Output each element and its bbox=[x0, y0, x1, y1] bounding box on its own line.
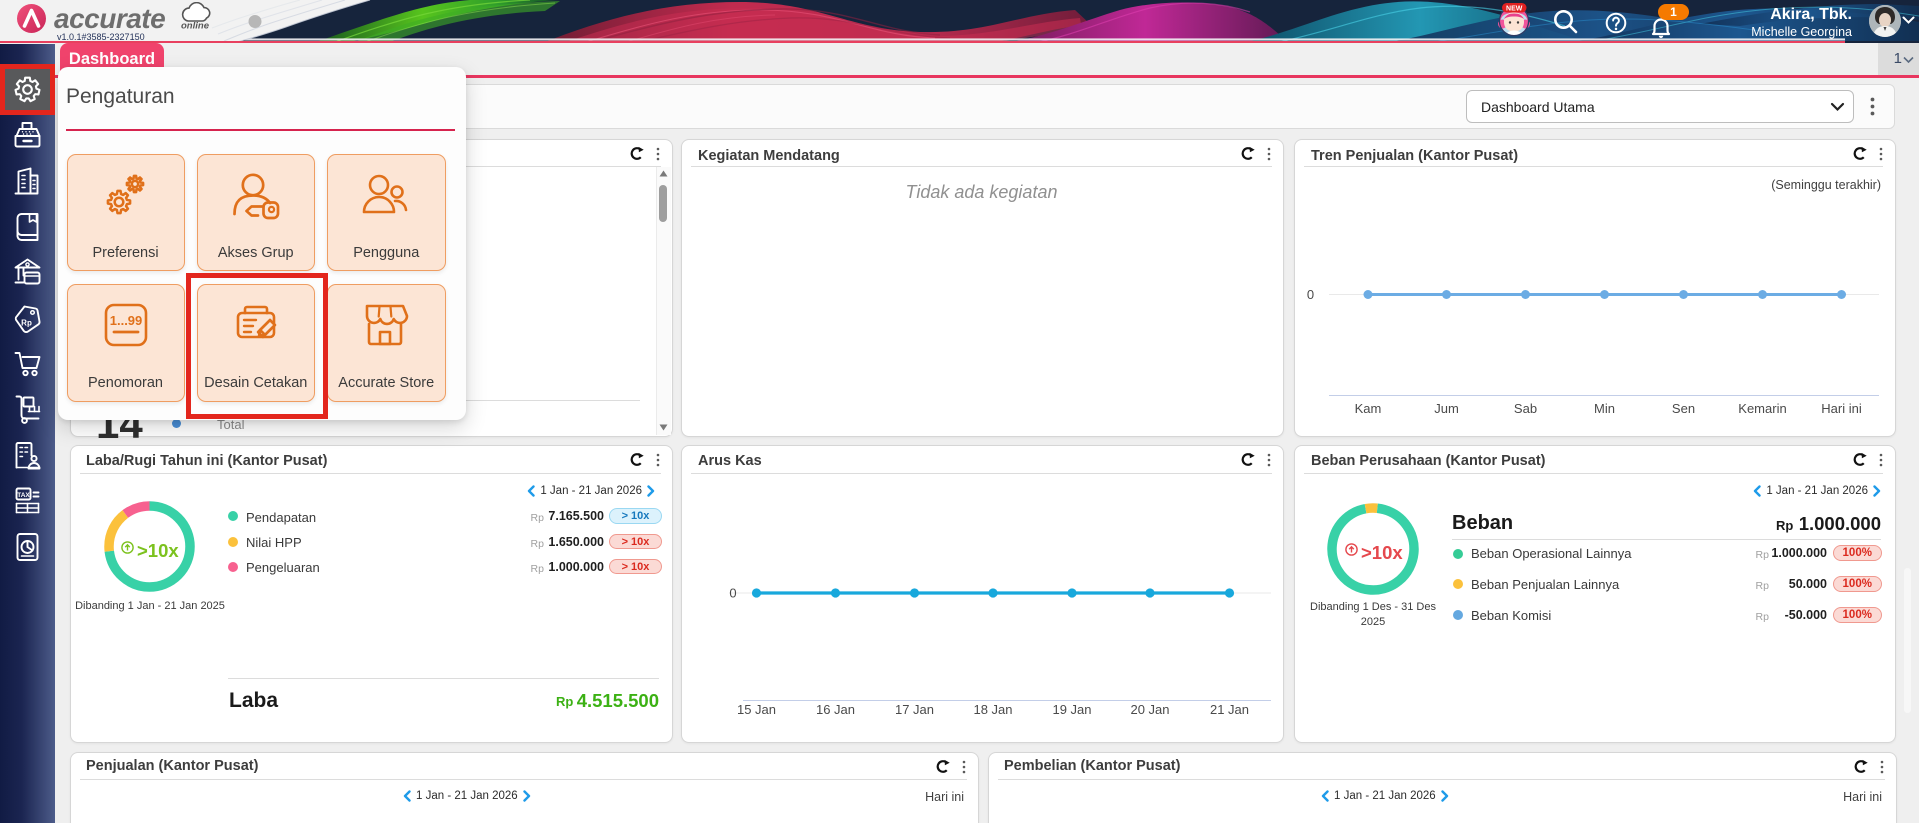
svg-text:online: online bbox=[181, 21, 210, 32]
svg-text:Rp: Rp bbox=[21, 318, 32, 327]
svg-text:20 Jan: 20 Jan bbox=[1130, 702, 1169, 717]
svg-text:0: 0 bbox=[1307, 287, 1314, 302]
svg-text:accurate: accurate bbox=[54, 3, 165, 34]
svg-text:Hari ini: Hari ini bbox=[1821, 401, 1862, 416]
svg-text:Jum: Jum bbox=[1434, 401, 1459, 416]
svg-text:1...99: 1...99 bbox=[110, 313, 143, 328]
svg-text:Kemarin: Kemarin bbox=[1738, 401, 1786, 416]
svg-text:0: 0 bbox=[729, 586, 736, 601]
svg-text:Sab: Sab bbox=[1514, 401, 1537, 416]
svg-text:Kam: Kam bbox=[1355, 401, 1382, 416]
svg-text:17 Jan: 17 Jan bbox=[895, 702, 934, 717]
svg-text:15 Jan: 15 Jan bbox=[737, 702, 776, 717]
svg-text:18 Jan: 18 Jan bbox=[973, 702, 1012, 717]
svg-text:TAX: TAX bbox=[17, 492, 30, 499]
svg-text:19 Jan: 19 Jan bbox=[1052, 702, 1091, 717]
svg-text:Min: Min bbox=[1594, 401, 1615, 416]
svg-text:21 Jan: 21 Jan bbox=[1210, 702, 1249, 717]
svg-text:16 Jan: 16 Jan bbox=[816, 702, 855, 717]
svg-text:NEW: NEW bbox=[1506, 5, 1523, 12]
svg-text:Sen: Sen bbox=[1672, 401, 1695, 416]
